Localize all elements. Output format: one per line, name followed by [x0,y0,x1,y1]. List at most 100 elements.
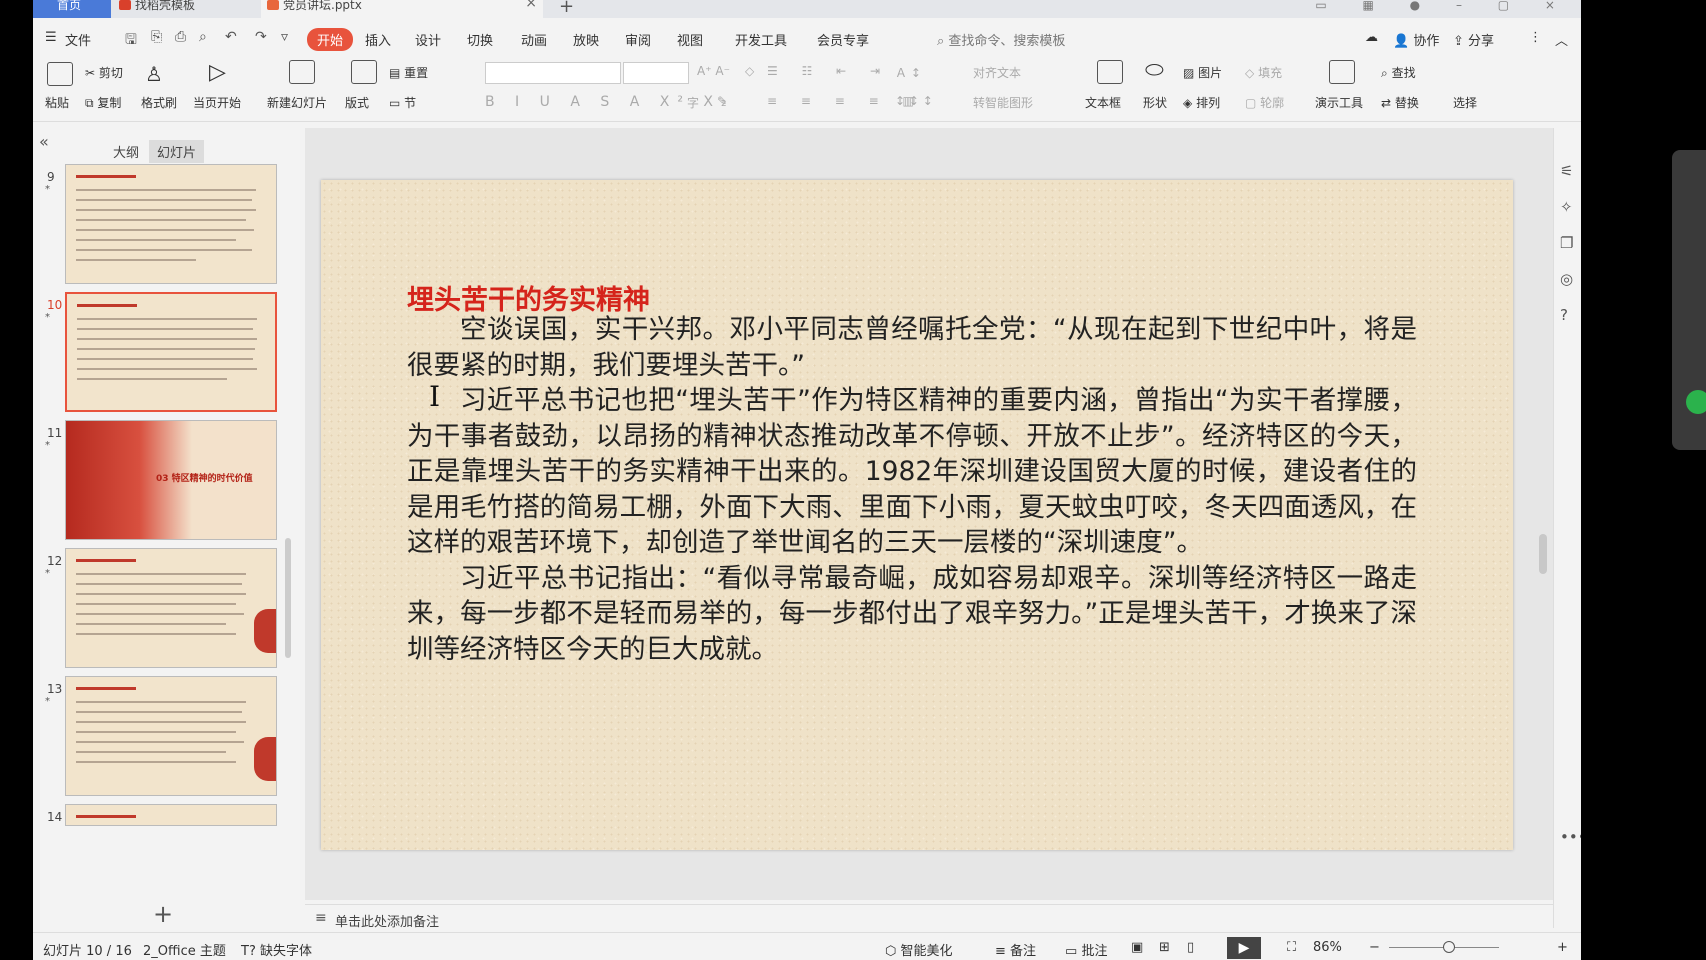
copy-button[interactable]: ⧉ 复制 [85,94,121,111]
menu-start[interactable]: 开始 [307,28,354,51]
menu-developer[interactable]: 开发工具 [735,30,787,49]
command-search[interactable]: ⌕ 查找命令、搜索模板 [937,30,1065,49]
smart-art-button[interactable]: 转智能图形 [973,94,1033,111]
line-spacing-icon[interactable]: ↕ ↕ ↕ [895,94,933,108]
menu-transition[interactable]: 切换 [467,30,493,49]
play-from-current-icon[interactable]: ▷ [209,60,226,85]
tab-template-store[interactable]: 找稻壳模板 [113,0,253,18]
paste-button[interactable]: 粘贴 [45,94,69,111]
window-controls[interactable]: ▭ ▦ ● – ▢ × [1315,0,1571,12]
redo-icon[interactable]: ↷ [255,29,267,45]
collapse-panel-icon[interactable]: « [39,132,49,151]
tab-home[interactable]: 首页 [33,0,111,18]
replace-button[interactable]: ⇄ 替换 [1381,94,1419,111]
slide-thumbnail-10[interactable] [65,292,277,412]
fit-window-icon[interactable]: ⛶ [1287,940,1296,955]
paste-icon[interactable] [47,62,73,86]
slide-transition-icon[interactable]: ❐ [1560,234,1573,252]
slide-body-textbox[interactable]: 空谈误国，实干兴邦。邓小平同志曾经嘱托全党：“从现在起到下世纪中叶，将是很要紧的… [407,312,1417,667]
new-tab-icon[interactable]: + [559,0,574,17]
cloud-sync-icon[interactable]: ☁ [1365,30,1378,45]
format-painter-icon[interactable]: ♙ [145,62,163,86]
align-text-button[interactable]: 对齐文本 [973,64,1021,81]
menu-insert[interactable]: 插入 [365,30,391,49]
properties-icon[interactable]: ⚟ [1560,162,1573,180]
collab-button[interactable]: 👤 协作 [1393,30,1439,49]
undo-icon[interactable]: ↶ [225,29,237,45]
slide-thumbnail-11[interactable]: 03 特区精神的时代价值 [65,420,277,540]
notes-toggle-button[interactable]: ≡ 备注 [995,940,1036,959]
export-icon[interactable]: ⎘ [151,29,162,45]
new-slide-icon[interactable] [289,60,315,84]
highlight-icon[interactable]: ✎ [717,94,727,108]
tab-slides[interactable]: 幻灯片 [149,140,205,163]
present-tools-icon[interactable] [1329,60,1355,84]
grow-font-icon[interactable]: A⁺ A⁻ [697,64,730,78]
vertical-scrollbar[interactable] [1539,534,1547,574]
zoom-in-icon[interactable]: + [1557,940,1568,955]
tab-outline[interactable]: 大纲 [105,140,147,163]
collapse-ribbon-icon[interactable]: ︿ [1555,30,1568,49]
list-icons[interactable]: ☰ ☷ ⇤ ⇥ [767,64,890,78]
shape-button[interactable]: 形状 [1143,94,1167,111]
more-tools-icon[interactable]: ••• [1560,828,1581,846]
smart-beautify-button[interactable]: ⬡ 智能美化 [885,940,953,959]
file-menu[interactable]: 文件 [65,30,91,49]
layout-icon[interactable] [351,60,377,84]
present-tools-button[interactable]: 演示工具 [1315,94,1363,111]
font-family-select[interactable] [485,62,621,84]
close-tab-icon[interactable]: × [525,0,537,10]
fill-button[interactable]: ◇ 填充 [1245,64,1282,81]
menu-view[interactable]: 视图 [677,30,703,49]
picture-button[interactable]: ▨ 图片 [1183,64,1222,81]
sorter-view-icon[interactable]: ⊞ [1159,940,1170,955]
zoom-slider-handle[interactable] [1443,941,1455,953]
find-button[interactable]: ⌕ 查找 [1381,64,1416,81]
menu-design[interactable]: 设计 [415,30,441,49]
new-slide-button[interactable]: 新建幻灯片 [267,94,327,111]
layout-button[interactable]: 版式 [345,94,369,111]
reset-button[interactable]: ▤ 重置 [389,64,428,81]
animation-icon[interactable]: ◎ [1560,270,1573,288]
notes-placeholder[interactable]: 单击此处添加备注 [335,911,439,930]
slide-thumbnail-9[interactable] [65,164,277,284]
arrange-button[interactable]: ◈ 排列 [1183,94,1220,111]
zoom-level[interactable]: 86% [1313,940,1342,955]
thumbnail-scrollbar[interactable] [285,538,291,658]
pin-icon[interactable]: ✧ [1560,198,1573,216]
menu-slideshow[interactable]: 放映 [573,30,599,49]
reading-view-icon[interactable]: ▯ [1187,940,1194,955]
print-icon[interactable]: ⎙ [175,29,186,45]
save-icon[interactable]: 🖫 [125,29,137,53]
font-size-select[interactable] [623,62,689,84]
comments-button[interactable]: ▭ 批注 [1065,940,1107,959]
zoom-out-icon[interactable]: − [1369,940,1380,955]
tab-presentation[interactable]: 党员讲坛.pptx × [261,0,543,18]
play-from-current-button[interactable]: 当页开始 [193,94,241,111]
floating-side-widget[interactable] [1672,150,1706,450]
more-menu-icon[interactable]: ⋮ [1529,30,1542,45]
section-button[interactable]: ▭ 节 [389,94,416,111]
print-preview-icon[interactable]: ⌕ [199,29,207,45]
menu-member[interactable]: 会员专享 [817,30,869,49]
help-icon[interactable]: ? [1560,306,1568,324]
microphone-icon[interactable] [1686,390,1706,414]
theme-name[interactable]: 2_Office 主题 [143,940,226,959]
textbox-button[interactable]: 文本框 [1085,94,1121,111]
select-button[interactable]: 选择 [1453,94,1477,111]
add-slide-icon[interactable]: + [153,900,173,928]
shape-icon[interactable]: ⬭ [1145,58,1164,83]
cut-button[interactable]: ✂ 剪切 [85,64,123,81]
share-button[interactable]: ⇪ 分享 [1453,30,1494,49]
slide-thumbnail-14[interactable] [65,804,277,826]
missing-font-button[interactable]: T? 缺失字体 [241,940,312,959]
phonetic-icon[interactable]: 字 [687,94,699,111]
menu-review[interactable]: 审阅 [625,30,651,49]
textbox-icon[interactable] [1097,60,1123,84]
play-slideshow-button[interactable]: ▶ [1227,937,1261,959]
slide-thumbnail-13[interactable] [65,676,277,796]
normal-view-icon[interactable]: ▣ [1131,940,1143,955]
clear-format-icon[interactable]: ◇ [745,64,754,78]
outline-button[interactable]: ▢ 轮廓 [1245,94,1284,111]
notes-bar[interactable]: ≡ 单击此处添加备注 [305,904,1553,932]
